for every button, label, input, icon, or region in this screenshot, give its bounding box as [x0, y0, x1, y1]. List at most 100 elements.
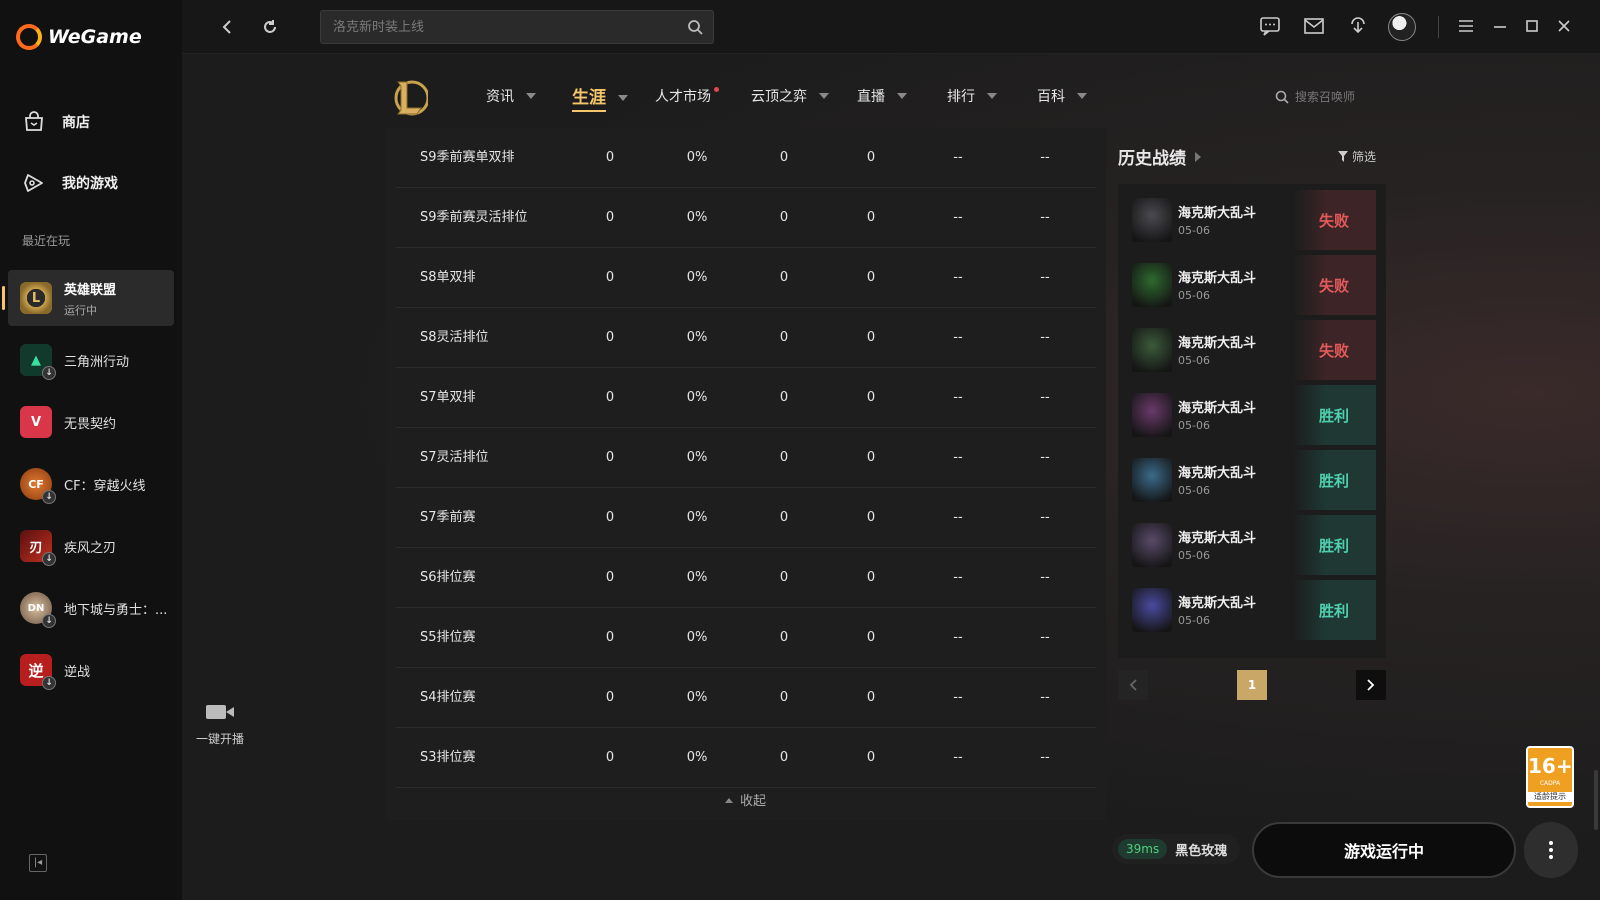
match-item[interactable]: 海克斯大乱斗 05-06 胜利: [1128, 580, 1376, 640]
collapse-table-button[interactable]: 收起: [724, 790, 766, 809]
search-icon: [1275, 90, 1289, 104]
sidebar-game-dnf[interactable]: DN ↓ 地下城与勇士：...: [8, 580, 174, 636]
history-filter-button[interactable]: 筛选: [1338, 148, 1376, 165]
table-cell: 0%: [686, 570, 708, 585]
menu-icon[interactable]: [1454, 14, 1478, 38]
game-running-button[interactable]: 游戏运行中: [1252, 822, 1516, 878]
chevron-down-icon: [897, 93, 907, 99]
sidebar-game-crossfire[interactable]: CF ↓ CF：穿越火线: [8, 456, 174, 512]
minimize-icon[interactable]: [1488, 14, 1512, 38]
table-cell: --: [1040, 750, 1050, 765]
download-icon: ↓: [42, 490, 56, 504]
gamepad-icon: [22, 171, 46, 195]
age-rating-badge: 16+ CADPA 适龄提示: [1526, 746, 1574, 808]
match-item[interactable]: 海克斯大乱斗 05-06 失败: [1128, 190, 1376, 250]
tab-ranking[interactable]: 排行: [947, 86, 997, 106]
season-stats-table: S9季前赛单双排 0 0% 0 0 -- -- S9季前赛灵活排位 0 0% 0 0 -- -- S8单双排…: [386, 128, 1106, 820]
season-name: S8单双排: [420, 270, 476, 285]
download-icon: ↓: [42, 552, 56, 566]
logo-text: WeGame: [48, 26, 142, 48]
table-cell: 0%: [686, 690, 708, 705]
tab-label: 直播: [857, 89, 885, 105]
match-item[interactable]: 海克斯大乱斗 05-06 胜利: [1128, 450, 1376, 510]
tab-label: 生涯: [572, 83, 606, 112]
season-name: S8灵活排位: [420, 330, 489, 345]
table-cell: 0: [605, 690, 615, 705]
match-mode: 海克斯大乱斗: [1178, 206, 1257, 221]
global-search-input[interactable]: [321, 11, 713, 43]
sidebar-game-nizhan[interactable]: 逆 ↓ 逆战: [8, 642, 174, 698]
table-cell: 0%: [686, 210, 708, 225]
sidebar-game-lol[interactable]: L 英雄联盟 运行中: [2, 270, 174, 326]
download-manager-icon[interactable]: [1346, 14, 1370, 38]
nav-shop[interactable]: 商店: [22, 110, 90, 134]
lol-logo-icon[interactable]: [392, 78, 430, 118]
summoner-search-placeholder: 搜索召唤师: [1295, 90, 1356, 104]
tab-live[interactable]: 直播: [857, 86, 907, 106]
game-name: 地下城与勇士：...: [64, 602, 168, 618]
search-icon[interactable]: [687, 19, 703, 39]
champion-avatar: [1132, 328, 1172, 372]
sidebar-game-blade[interactable]: 刃 ↓ 疾风之刃: [8, 518, 174, 574]
divider: [1438, 16, 1439, 38]
close-icon[interactable]: [1552, 14, 1576, 38]
season-name: S3排位赛: [420, 750, 476, 765]
pager-prev-button[interactable]: [1118, 670, 1148, 700]
sidebar-game-valorant[interactable]: V 无畏契约: [8, 394, 174, 450]
match-date: 05-06: [1178, 224, 1210, 237]
shop-bag-icon: [22, 110, 46, 134]
tab-label: 资讯: [486, 89, 514, 105]
table-cell: --: [953, 330, 963, 345]
match-item[interactable]: 海克斯大乱斗 05-06 胜利: [1128, 515, 1376, 575]
tab-talent-market[interactable]: 人才市场: [655, 86, 719, 106]
tab-wiki[interactable]: 百科: [1037, 86, 1087, 106]
pager-page-current[interactable]: 1: [1237, 670, 1267, 700]
mail-icon[interactable]: [1302, 14, 1326, 38]
table-cell: 0: [866, 210, 876, 225]
tab-news[interactable]: 资讯: [486, 86, 536, 106]
tab-tft[interactable]: 云顶之弈: [751, 86, 829, 106]
match-item[interactable]: 海克斯大乱斗 05-06 胜利: [1128, 385, 1376, 445]
global-search[interactable]: [320, 10, 714, 44]
table-cell: --: [953, 630, 963, 645]
maximize-icon[interactable]: [1520, 14, 1544, 38]
chat-icon[interactable]: [1258, 14, 1282, 38]
table-cell: 0: [605, 210, 615, 225]
sidebar-game-delta-force[interactable]: ▲ ↓ 三角洲行动: [8, 332, 174, 388]
server-status[interactable]: 39ms 黑色玫瑰: [1112, 834, 1240, 864]
table-cell: --: [953, 750, 963, 765]
table-row: S9季前赛灵活排位 0 0% 0 0 -- --: [396, 188, 1096, 248]
match-history-list: 海克斯大乱斗 05-06 失败 海克斯大乱斗 05-06 失败 海克斯大乱斗 05-06 失败海…: [1118, 184, 1386, 658]
table-cell: 0: [866, 510, 876, 525]
table-row: S8单双排 0 0% 0 0 -- --: [396, 248, 1096, 308]
wegame-logo[interactable]: WeGame: [16, 24, 142, 50]
table-cell: 0: [866, 690, 876, 705]
summoner-search[interactable]: 搜索召唤师: [1275, 88, 1355, 105]
table-cell: 0: [866, 330, 876, 345]
user-avatar[interactable]: [1388, 13, 1416, 41]
back-arrow-icon[interactable]: [214, 14, 240, 40]
scrollbar[interactable]: [1594, 770, 1598, 830]
tab-career[interactable]: 生涯: [572, 83, 628, 112]
season-name: S9季前赛单双排: [420, 150, 515, 165]
match-result: 失败: [1292, 320, 1376, 380]
season-name: S5排位赛: [420, 630, 476, 645]
nav-shop-label: 商店: [62, 115, 90, 131]
table-cell: 0: [779, 750, 789, 765]
table-cell: 0: [866, 750, 876, 765]
history-title[interactable]: 历史战绩: [1118, 144, 1202, 169]
table-cell: --: [1040, 450, 1050, 465]
pager-next-button[interactable]: [1356, 670, 1386, 700]
valorant-game-icon: V: [20, 406, 52, 438]
collapse-sidebar-icon[interactable]: |◂: [29, 854, 47, 872]
tab-label: 排行: [947, 89, 975, 105]
match-item[interactable]: 海克斯大乱斗 05-06 失败: [1128, 255, 1376, 315]
nav-my-games[interactable]: 我的游戏: [22, 171, 118, 195]
refresh-icon[interactable]: [257, 14, 283, 40]
table-cell: 0: [866, 450, 876, 465]
one-click-stream-button[interactable]: 一键开播: [190, 702, 250, 747]
match-item[interactable]: 海克斯大乱斗 05-06 失败: [1128, 320, 1376, 380]
ping-value: 39ms: [1118, 839, 1168, 859]
more-options-button[interactable]: [1524, 822, 1578, 878]
table-cell: --: [1040, 210, 1050, 225]
